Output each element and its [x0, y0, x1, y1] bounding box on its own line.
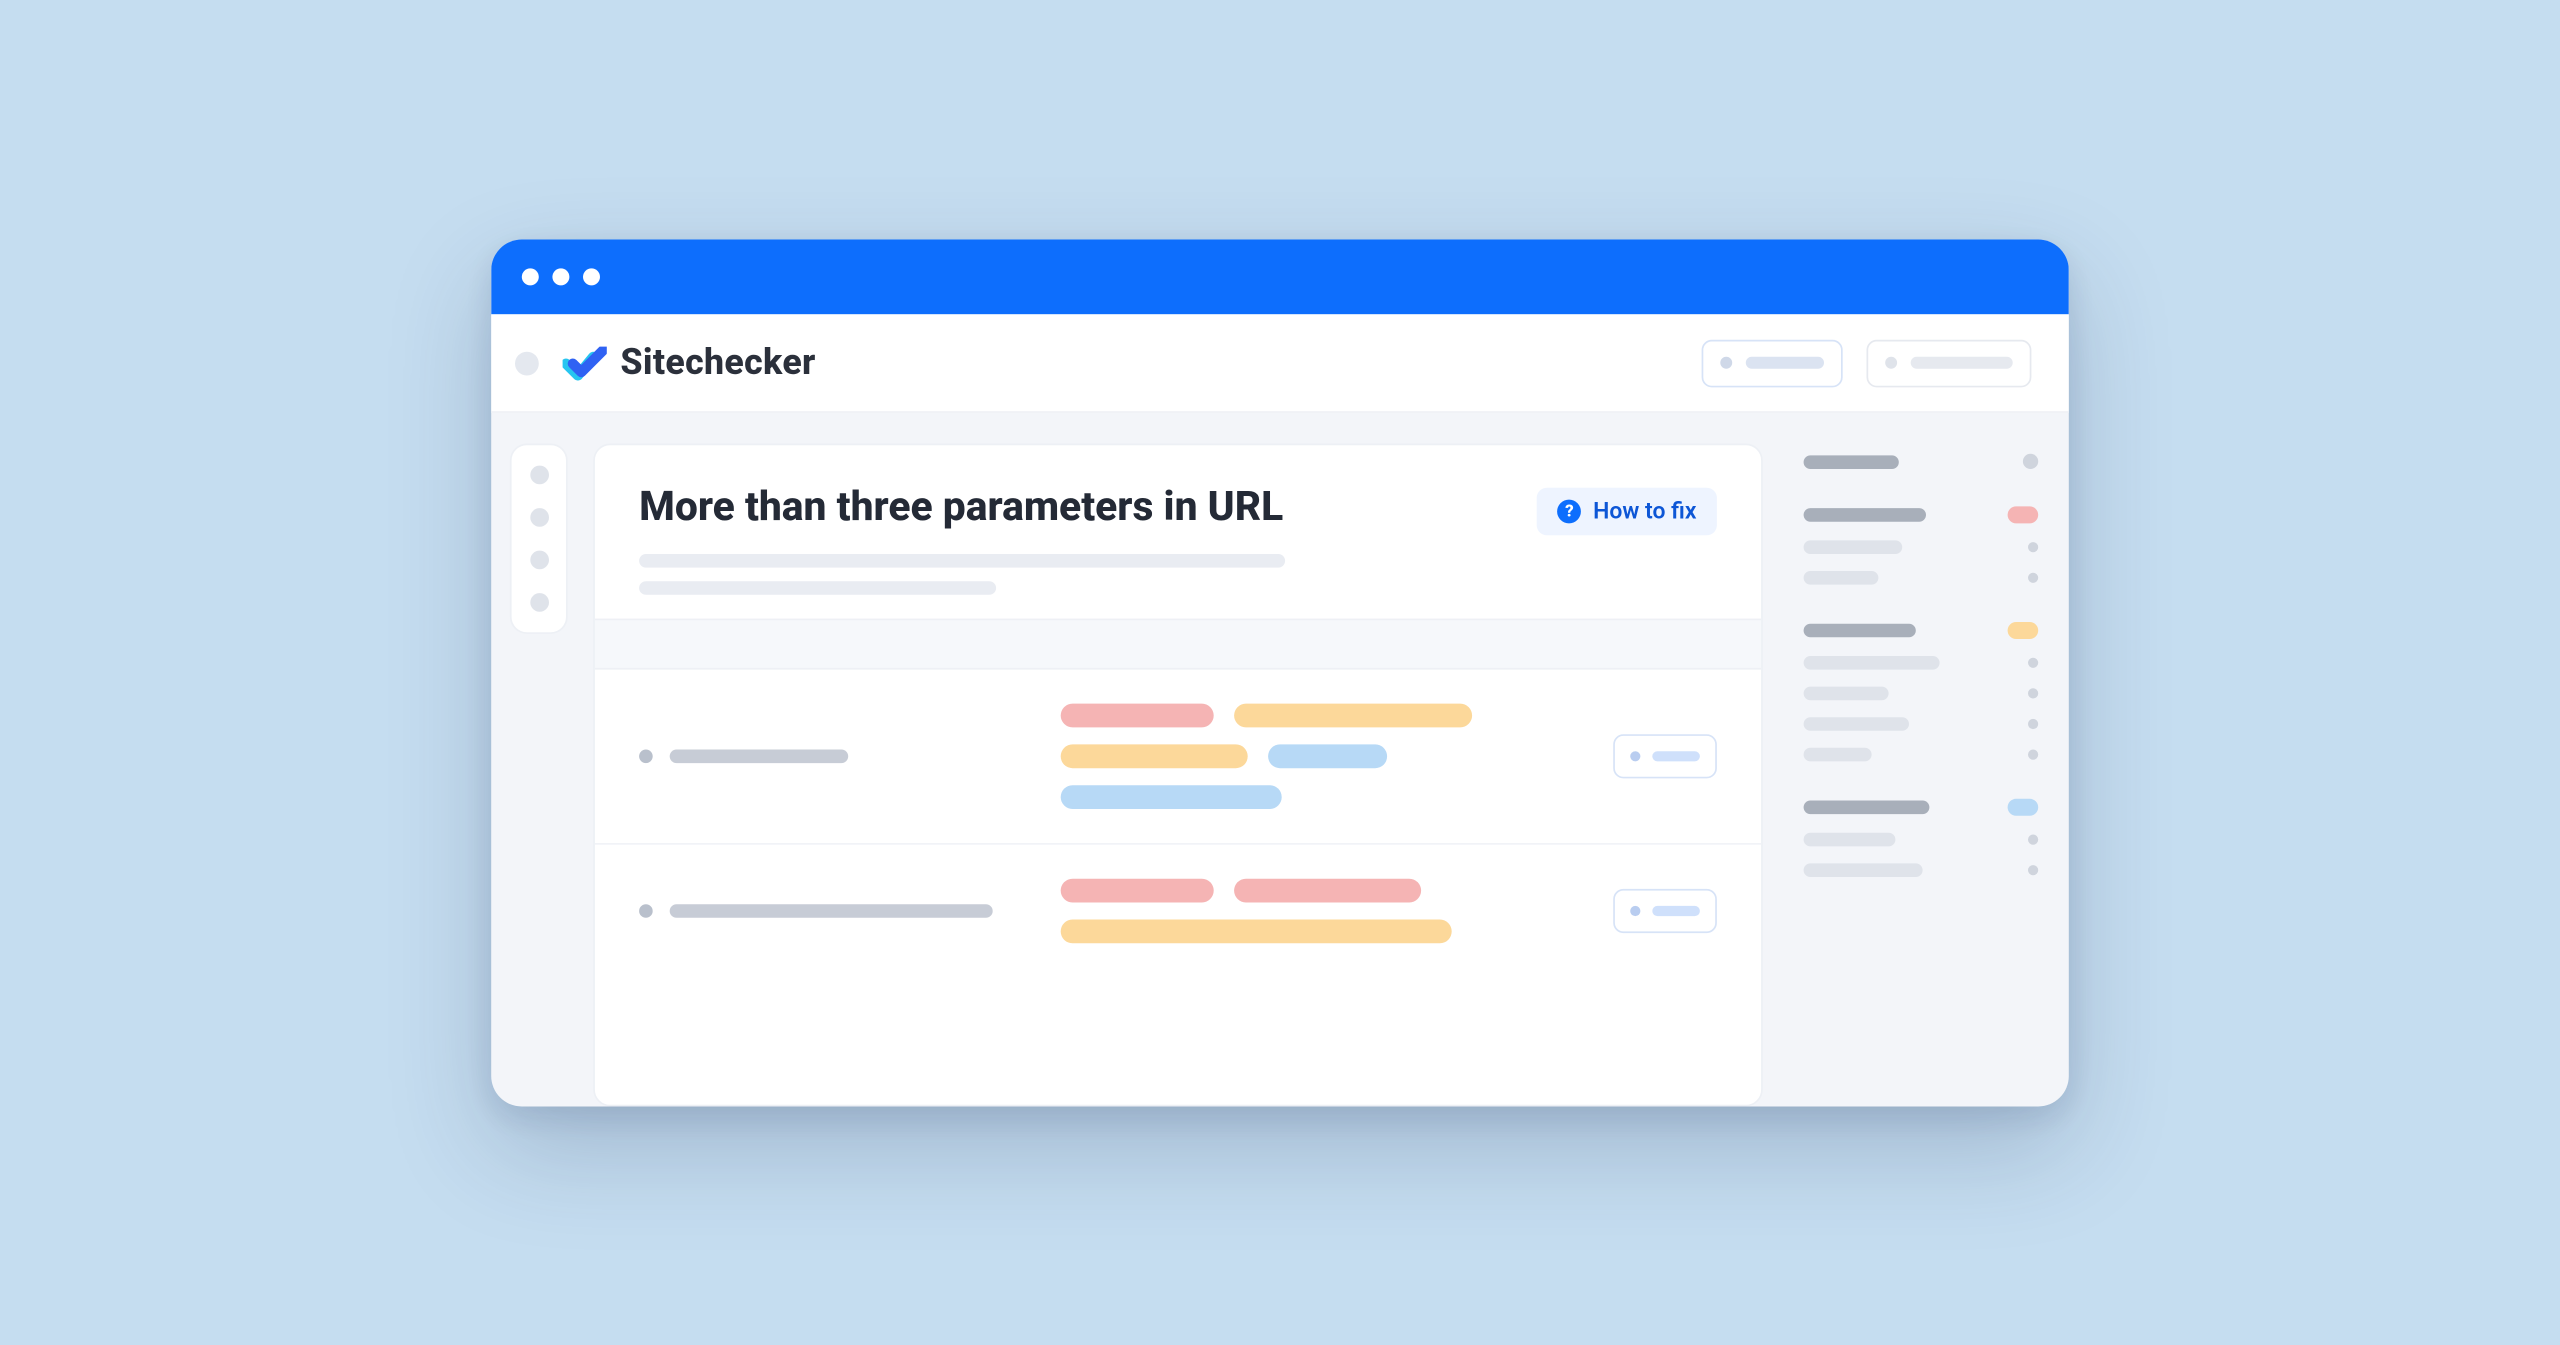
- status-dot: [2023, 453, 2038, 468]
- how-to-fix-button[interactable]: How to fix: [1537, 487, 1717, 535]
- help-icon: [1557, 499, 1581, 523]
- table-row[interactable]: [595, 669, 1761, 844]
- page-title: More than three parameters in URL: [639, 482, 1503, 530]
- header-action-primary[interactable]: [1702, 338, 1843, 386]
- app-body: More than three parameters in URL How to…: [491, 412, 2069, 1106]
- app-header: Sitechecker: [491, 314, 2069, 413]
- status-dot: [2028, 572, 2038, 582]
- sidebar-rail: [491, 412, 586, 1106]
- card-header: More than three parameters in URL How to…: [595, 445, 1761, 618]
- skeleton-line: [639, 554, 1285, 568]
- placeholder-label: [1652, 905, 1700, 915]
- tag-chip: [1234, 878, 1421, 902]
- page-subtitle-skeleton: [639, 554, 1503, 595]
- skeleton-line: [1804, 656, 1940, 670]
- skeleton-line: [1804, 540, 1903, 554]
- sidebar-item[interactable]: [529, 508, 548, 527]
- placeholder-icon: [1630, 905, 1640, 915]
- status-dot: [2028, 834, 2038, 844]
- brand-name: Sitechecker: [620, 342, 815, 383]
- aside-group: [1804, 798, 2039, 876]
- window-titlebar: [491, 239, 2069, 314]
- status-dot: [2028, 749, 2038, 759]
- status-dot: [2028, 865, 2038, 875]
- traffic-light-close[interactable]: [522, 268, 539, 285]
- sidebar-item[interactable]: [529, 593, 548, 612]
- sidebar-item[interactable]: [529, 550, 548, 569]
- skeleton-line: [1804, 832, 1896, 846]
- skeleton-line: [1804, 747, 1872, 761]
- status-dot: [2028, 718, 2038, 728]
- tag-chip: [1061, 878, 1214, 902]
- tag-chip: [1061, 744, 1248, 768]
- skeleton-line: [670, 749, 849, 763]
- skeleton-line: [1804, 508, 1926, 522]
- skeleton-line: [1804, 800, 1930, 814]
- row-action-button[interactable]: [1613, 734, 1717, 778]
- tag-chip: [1061, 919, 1452, 943]
- sidebar-rail-card: [510, 443, 568, 633]
- skeleton-line: [1804, 571, 1879, 585]
- aside-group: [1804, 506, 2039, 584]
- how-to-fix-label: How to fix: [1593, 497, 1696, 524]
- row-tags: [1061, 703, 1517, 808]
- tag-chip: [1268, 744, 1387, 768]
- status-dot: [2028, 688, 2038, 698]
- aside-group: [1804, 453, 2039, 468]
- aside-panel: [1783, 412, 2069, 1106]
- skeleton-line: [1804, 623, 1916, 637]
- row-tags: [1061, 878, 1517, 943]
- main-content: More than three parameters in URL How to…: [586, 412, 1783, 1106]
- skeleton-line: [1804, 717, 1909, 731]
- skeleton-line: [639, 581, 996, 595]
- row-action-button[interactable]: [1613, 888, 1717, 932]
- table-row[interactable]: [595, 844, 1761, 977]
- sidebar-item[interactable]: [529, 465, 548, 484]
- placeholder-icon: [1630, 751, 1640, 761]
- tag-chip: [1061, 703, 1214, 727]
- aside-group: [1804, 622, 2039, 761]
- traffic-light-minimize[interactable]: [552, 268, 569, 285]
- skeleton-line: [1804, 863, 1923, 877]
- skeleton-line: [1804, 454, 1899, 468]
- placeholder-label: [1652, 751, 1700, 761]
- placeholder-icon: [1720, 356, 1732, 368]
- row-url-cell: [639, 904, 1030, 918]
- status-badge: [2008, 506, 2039, 523]
- status-badge: [2008, 622, 2039, 639]
- tag-chip: [1234, 703, 1472, 727]
- header-action-secondary[interactable]: [1867, 338, 2032, 386]
- traffic-light-zoom[interactable]: [583, 268, 600, 285]
- menu-toggle-icon[interactable]: [515, 350, 539, 374]
- status-badge: [2008, 798, 2039, 815]
- bullet-icon: [639, 904, 653, 918]
- placeholder-label: [1911, 356, 2013, 368]
- row-url-cell: [639, 749, 1030, 763]
- checkmark-icon: [563, 345, 607, 379]
- table-header: [595, 618, 1761, 669]
- tag-chip: [1061, 785, 1282, 809]
- skeleton-line: [670, 904, 993, 918]
- status-dot: [2028, 542, 2038, 552]
- placeholder-label: [1746, 356, 1824, 368]
- bullet-icon: [639, 749, 653, 763]
- status-dot: [2028, 657, 2038, 667]
- issue-card: More than three parameters in URL How to…: [593, 443, 1763, 1106]
- skeleton-line: [1804, 686, 1889, 700]
- placeholder-icon: [1885, 356, 1897, 368]
- app-window: Sitechecker: [491, 239, 2069, 1106]
- brand-logo[interactable]: Sitechecker: [563, 342, 816, 383]
